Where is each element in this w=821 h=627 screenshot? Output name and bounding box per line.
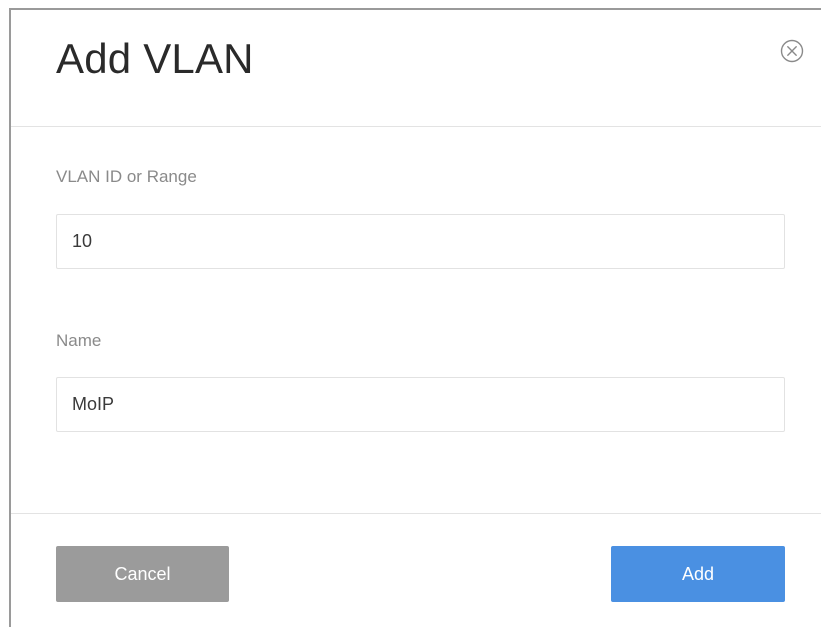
close-button[interactable] — [780, 39, 804, 63]
dialog-title: Add VLAN — [56, 35, 254, 82]
vlan-id-input[interactable] — [56, 214, 785, 269]
add-button[interactable]: Add — [611, 546, 785, 602]
name-label: Name — [56, 331, 102, 350]
add-vlan-dialog: Add VLAN VLAN ID or Range Name Cancel Ad… — [9, 8, 821, 627]
name-input[interactable] — [56, 377, 785, 432]
vlan-id-label: VLAN ID or Range — [56, 167, 197, 186]
footer-divider — [11, 513, 821, 514]
close-circle-icon — [780, 39, 804, 63]
cancel-button[interactable]: Cancel — [56, 546, 229, 602]
dialog-header: Add VLAN — [11, 10, 821, 127]
